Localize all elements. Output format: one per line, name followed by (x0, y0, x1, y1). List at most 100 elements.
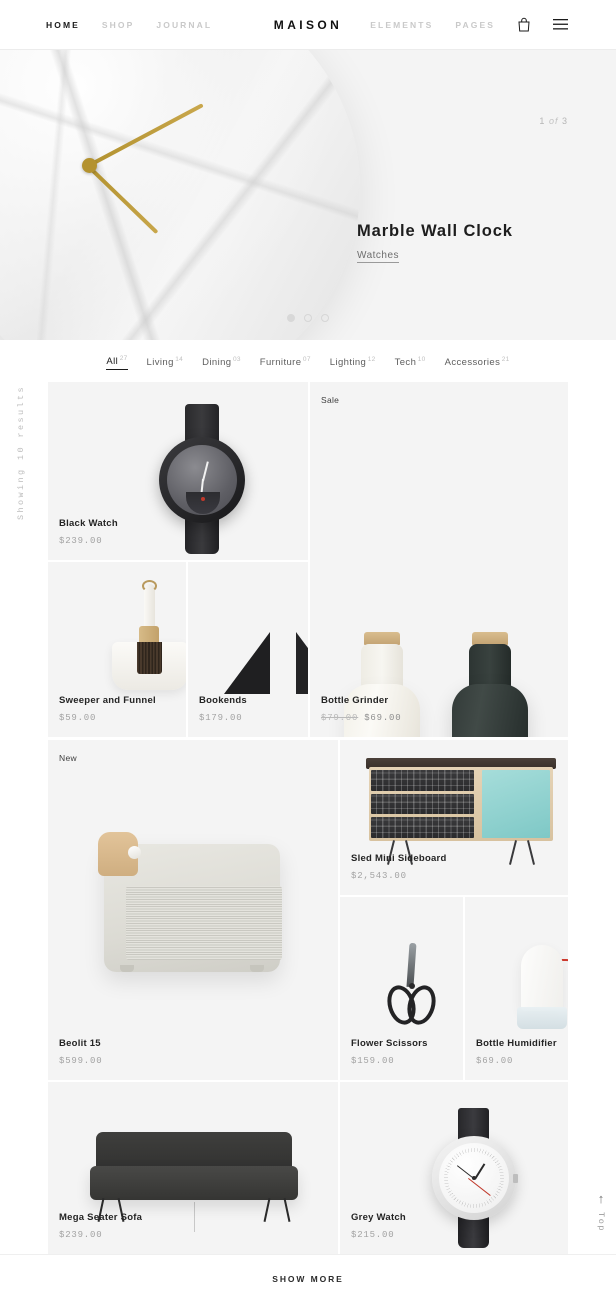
filter-dining[interactable]: Dining 03 (202, 356, 241, 368)
scroll-to-top-link[interactable]: ↑ Top (596, 1192, 606, 1232)
product-name: Bookends (199, 695, 247, 706)
product-meta: Mega Seater Sofa $239.00 (59, 1212, 142, 1240)
page-root: HOME SHOP JOURNAL MAISON ELEMENTS PAGES (0, 0, 616, 1302)
bottle-grinder-image (336, 422, 544, 737)
product-meta: Black Watch $239.00 (59, 518, 118, 546)
product-name: Sled Mini Sideboard (351, 853, 447, 864)
product-price: $2,543.00 (351, 871, 407, 881)
filter-furniture-label: Furniture (259, 357, 302, 369)
hero-slide-counter: 1 of 3 (539, 116, 568, 126)
filter-tech[interactable]: Tech 10 (395, 356, 426, 368)
product-meta: Bottle Humidifier $69.00 (476, 1038, 557, 1066)
product-price: $179.00 (199, 713, 243, 723)
product-price: $239.00 (59, 536, 103, 546)
product-name: Bottle Humidifier (476, 1038, 557, 1049)
hero-dot-2[interactable] (304, 314, 312, 322)
product-price: $59.00 (59, 713, 97, 723)
product-name: Bottle Grinder (321, 695, 389, 706)
show-more-button[interactable]: SHOW MORE (272, 1274, 343, 1284)
filter-living[interactable]: Living 14 (147, 356, 184, 368)
hero-slide-current: 1 (539, 116, 546, 126)
filter-lighting[interactable]: Lighting 12 (330, 356, 376, 368)
arrow-up-icon: ↑ (597, 1191, 605, 1206)
filter-living-label: Living (146, 357, 174, 369)
product-meta: Sled Mini Sideboard $2,543.00 (351, 853, 447, 881)
nav-item-elements[interactable]: ELEMENTS (370, 20, 433, 30)
product-meta: Beolit 15 $599.00 (59, 1038, 102, 1066)
site-logo[interactable]: MAISON (274, 18, 342, 32)
filter-all[interactable]: All 27 (106, 355, 128, 370)
nav-item-pages[interactable]: PAGES (455, 20, 495, 30)
product-price: $69.00 (476, 1056, 514, 1066)
product-name: Mega Seater Sofa (59, 1212, 143, 1223)
product-badge-sale: Sale (321, 395, 340, 405)
nav-item-home[interactable]: HOME (46, 20, 80, 30)
product-price: $239.00 (59, 1230, 103, 1240)
product-price-original: $79.00 (321, 713, 359, 723)
filter-living-count: 14 (175, 356, 184, 364)
filter-accessories-count: 21 (501, 356, 510, 364)
beolit-15-image (92, 826, 292, 978)
product-meta: Bookends $179.00 (199, 695, 247, 723)
product-card-flower-scissors[interactable]: Flower Scissors $159.00 (340, 897, 463, 1080)
clock-center-cap (82, 158, 97, 173)
filter-tech-count: 10 (417, 356, 426, 364)
hero-category-link[interactable]: Watches (357, 250, 400, 263)
filter-all-label: All (106, 356, 119, 368)
hero-carousel[interactable]: 1 of 3 Marble Wall Clock Watches (0, 50, 616, 340)
filter-furniture[interactable]: Furniture 07 (260, 356, 311, 368)
product-card-beolit-15[interactable]: New Beolit 15 $599.00 (48, 740, 338, 1080)
product-card-bottle-grinder[interactable]: Sale Bottle Grinder $79.00 $69.00 (310, 382, 568, 737)
filter-lighting-label: Lighting (329, 357, 367, 369)
grey-watch-image (428, 1108, 520, 1248)
product-price: $159.00 (351, 1056, 395, 1066)
hero-caption: Marble Wall Clock Watches (357, 222, 513, 263)
filter-lighting-count: 12 (367, 356, 376, 364)
product-meta: Grey Watch $215.00 (351, 1212, 406, 1240)
product-name: Black Watch (59, 518, 118, 529)
product-name: Sweeper and Funnel (59, 695, 156, 706)
filter-accessories[interactable]: Accessories 21 (445, 356, 510, 368)
clock-hour-hand (86, 164, 159, 235)
bottle-humidifier-image (505, 945, 568, 1041)
filter-dining-label: Dining (202, 357, 232, 369)
nav-item-shop[interactable]: SHOP (102, 20, 135, 30)
product-meta: Flower Scissors $159.00 (351, 1038, 428, 1066)
product-card-bookends[interactable]: Bookends $179.00 (188, 562, 308, 737)
clock-minute-hand (87, 103, 204, 168)
product-name: Grey Watch (351, 1212, 406, 1223)
filter-furniture-count: 07 (302, 356, 311, 364)
category-filter-bar: All 27 Living 14 Dining 03 Furniture 07 Ligh… (0, 340, 616, 385)
hamburger-menu-icon[interactable] (553, 19, 568, 30)
bookends-image (224, 628, 308, 694)
shopping-bag-icon[interactable] (517, 17, 531, 32)
product-card-black-watch[interactable]: Black Watch $239.00 (48, 382, 308, 560)
product-price: $599.00 (59, 1056, 103, 1066)
product-badge-new: New (59, 753, 77, 763)
hero-dot-3[interactable] (321, 314, 329, 322)
filter-all-count: 27 (119, 355, 128, 363)
hero-marble-clock-image (0, 50, 360, 340)
flower-scissors-image (382, 942, 442, 1035)
product-price: $215.00 (351, 1230, 395, 1240)
hero-slide-total: 3 (561, 116, 568, 126)
product-name: Beolit 15 (59, 1038, 101, 1049)
primary-nav: HOME SHOP JOURNAL (46, 20, 212, 30)
hero-title: Marble Wall Clock (357, 222, 513, 240)
product-card-grey-watch[interactable]: Grey Watch $215.00 (340, 1082, 568, 1254)
product-card-bottle-humidifier[interactable]: Bottle Humidifier $69.00 (465, 897, 568, 1080)
product-name: Flower Scissors (351, 1038, 428, 1049)
results-count-label: Showing 10 results (16, 385, 26, 521)
product-price-sale: $69.00 (364, 713, 402, 723)
product-card-sled-mini-sideboard[interactable]: Sled Mini Sideboard $2,543.00 (340, 740, 568, 895)
hero-dot-1[interactable] (287, 314, 295, 322)
nav-item-journal[interactable]: JOURNAL (156, 20, 212, 30)
filter-dining-count: 03 (232, 356, 241, 364)
sled-mini-sideboard-image (366, 758, 556, 868)
sweeper-and-funnel-image (106, 580, 186, 690)
product-card-sweeper-and-funnel[interactable]: Sweeper and Funnel $59.00 (48, 562, 186, 737)
product-card-mega-seater-sofa[interactable]: Mega Seater Sofa $239.00 (48, 1082, 338, 1254)
site-header: HOME SHOP JOURNAL MAISON ELEMENTS PAGES (0, 0, 616, 50)
filter-accessories-label: Accessories (444, 357, 501, 369)
product-price: $79.00 $69.00 (321, 713, 401, 723)
